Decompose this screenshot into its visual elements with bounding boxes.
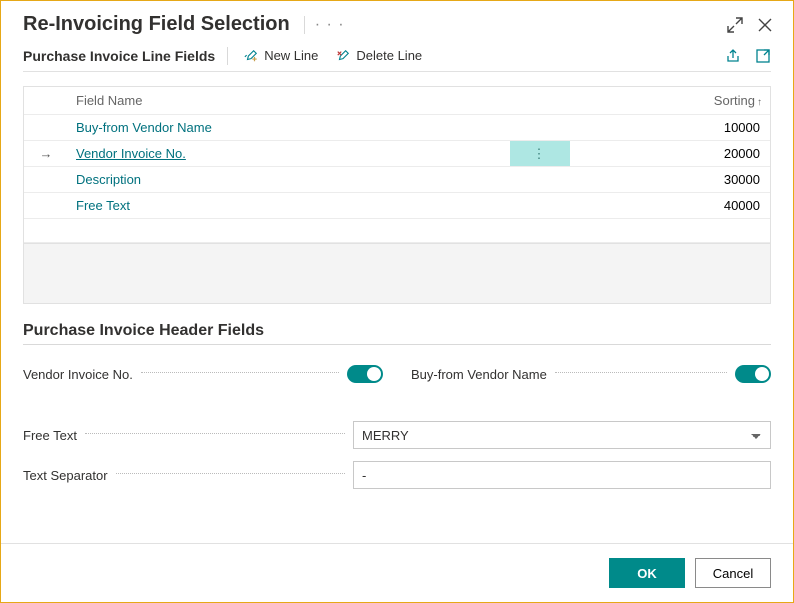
table-row[interactable]: Free Text 40000 bbox=[24, 193, 770, 219]
toolbar-rule bbox=[23, 71, 771, 72]
row-indicator bbox=[24, 193, 68, 219]
popout-icon[interactable] bbox=[755, 48, 771, 64]
expand-icon[interactable] bbox=[727, 17, 743, 33]
close-icon[interactable] bbox=[757, 17, 773, 33]
table-row[interactable]: → Vendor Invoice No. ⋮ 20000 bbox=[24, 141, 770, 167]
grid-empty-area bbox=[23, 244, 771, 304]
header-section-title: Purchase Invoice Header Fields bbox=[1, 304, 793, 344]
delete-line-button[interactable]: Delete Line bbox=[332, 46, 426, 65]
new-line-button[interactable]: New Line bbox=[240, 46, 322, 65]
free-text-select[interactable]: MERRY bbox=[353, 421, 771, 449]
sorting-value: 30000 bbox=[570, 167, 770, 193]
titlebar: Re-Invoicing Field Selection · · · bbox=[1, 1, 793, 46]
field-name-link[interactable]: Free Text bbox=[76, 198, 130, 213]
dotted-leader bbox=[85, 433, 345, 434]
dialog-window: Re-Invoicing Field Selection · · · Purch… bbox=[0, 0, 794, 603]
share-icon[interactable] bbox=[725, 48, 741, 64]
col-field-name[interactable]: Field Name bbox=[68, 87, 510, 115]
field-name-link[interactable]: Buy-from Vendor Name bbox=[76, 120, 212, 135]
row-indicator bbox=[24, 115, 68, 141]
buy-from-vendor-name-label: Buy-from Vendor Name bbox=[411, 367, 547, 382]
table-row-empty bbox=[24, 219, 770, 243]
sort-asc-icon: ↑ bbox=[757, 97, 762, 108]
dotted-leader bbox=[141, 372, 339, 373]
table-row[interactable]: Description 30000 bbox=[24, 167, 770, 193]
fields-grid: Field Name Sorting↑ Buy-from Vendor Name… bbox=[23, 86, 771, 244]
vendor-invoice-no-label: Vendor Invoice No. bbox=[23, 367, 133, 382]
field-name-link[interactable]: Vendor Invoice No. bbox=[76, 146, 186, 161]
field-name-link[interactable]: Description bbox=[76, 172, 141, 187]
more-icon[interactable]: · · · bbox=[315, 16, 345, 34]
text-separator-input[interactable] bbox=[353, 461, 771, 489]
text-separator-label: Text Separator bbox=[23, 468, 108, 483]
row-indicator bbox=[24, 167, 68, 193]
text-separator-row: Text Separator bbox=[1, 455, 793, 495]
dotted-leader bbox=[555, 372, 727, 373]
col-sorting[interactable]: Sorting↑ bbox=[570, 87, 770, 115]
toolbar-section-label: Purchase Invoice Line Fields bbox=[23, 48, 215, 64]
delete-line-icon bbox=[336, 49, 350, 63]
dotted-leader bbox=[116, 473, 345, 474]
sorting-value: 20000 bbox=[570, 141, 770, 167]
delete-line-label: Delete Line bbox=[356, 48, 422, 63]
section-rule bbox=[23, 344, 771, 345]
free-text-row: Free Text MERRY bbox=[1, 415, 793, 455]
row-indicator: → bbox=[24, 141, 68, 167]
toolbar: Purchase Invoice Line Fields New Line De… bbox=[1, 46, 793, 71]
sorting-value: 10000 bbox=[570, 115, 770, 141]
toolbar-separator bbox=[227, 47, 228, 65]
grid-header-row: Field Name Sorting↑ bbox=[24, 87, 770, 115]
new-line-label: New Line bbox=[264, 48, 318, 63]
vendor-invoice-no-toggle[interactable] bbox=[347, 365, 383, 383]
row-actions-icon[interactable]: ⋮ bbox=[533, 149, 548, 159]
sorting-value: 40000 bbox=[570, 193, 770, 219]
table-row[interactable]: Buy-from Vendor Name 10000 bbox=[24, 115, 770, 141]
title-separator bbox=[304, 16, 305, 34]
dialog-footer: OK Cancel bbox=[1, 543, 793, 602]
toggles-row: Vendor Invoice No. Buy-from Vendor Name bbox=[1, 361, 793, 387]
dialog-title: Re-Invoicing Field Selection bbox=[23, 13, 290, 36]
buy-from-vendor-name-toggle[interactable] bbox=[735, 365, 771, 383]
new-line-icon bbox=[244, 49, 258, 63]
cancel-button[interactable]: Cancel bbox=[695, 558, 771, 588]
ok-button[interactable]: OK bbox=[609, 558, 685, 588]
free-text-label: Free Text bbox=[23, 428, 77, 443]
